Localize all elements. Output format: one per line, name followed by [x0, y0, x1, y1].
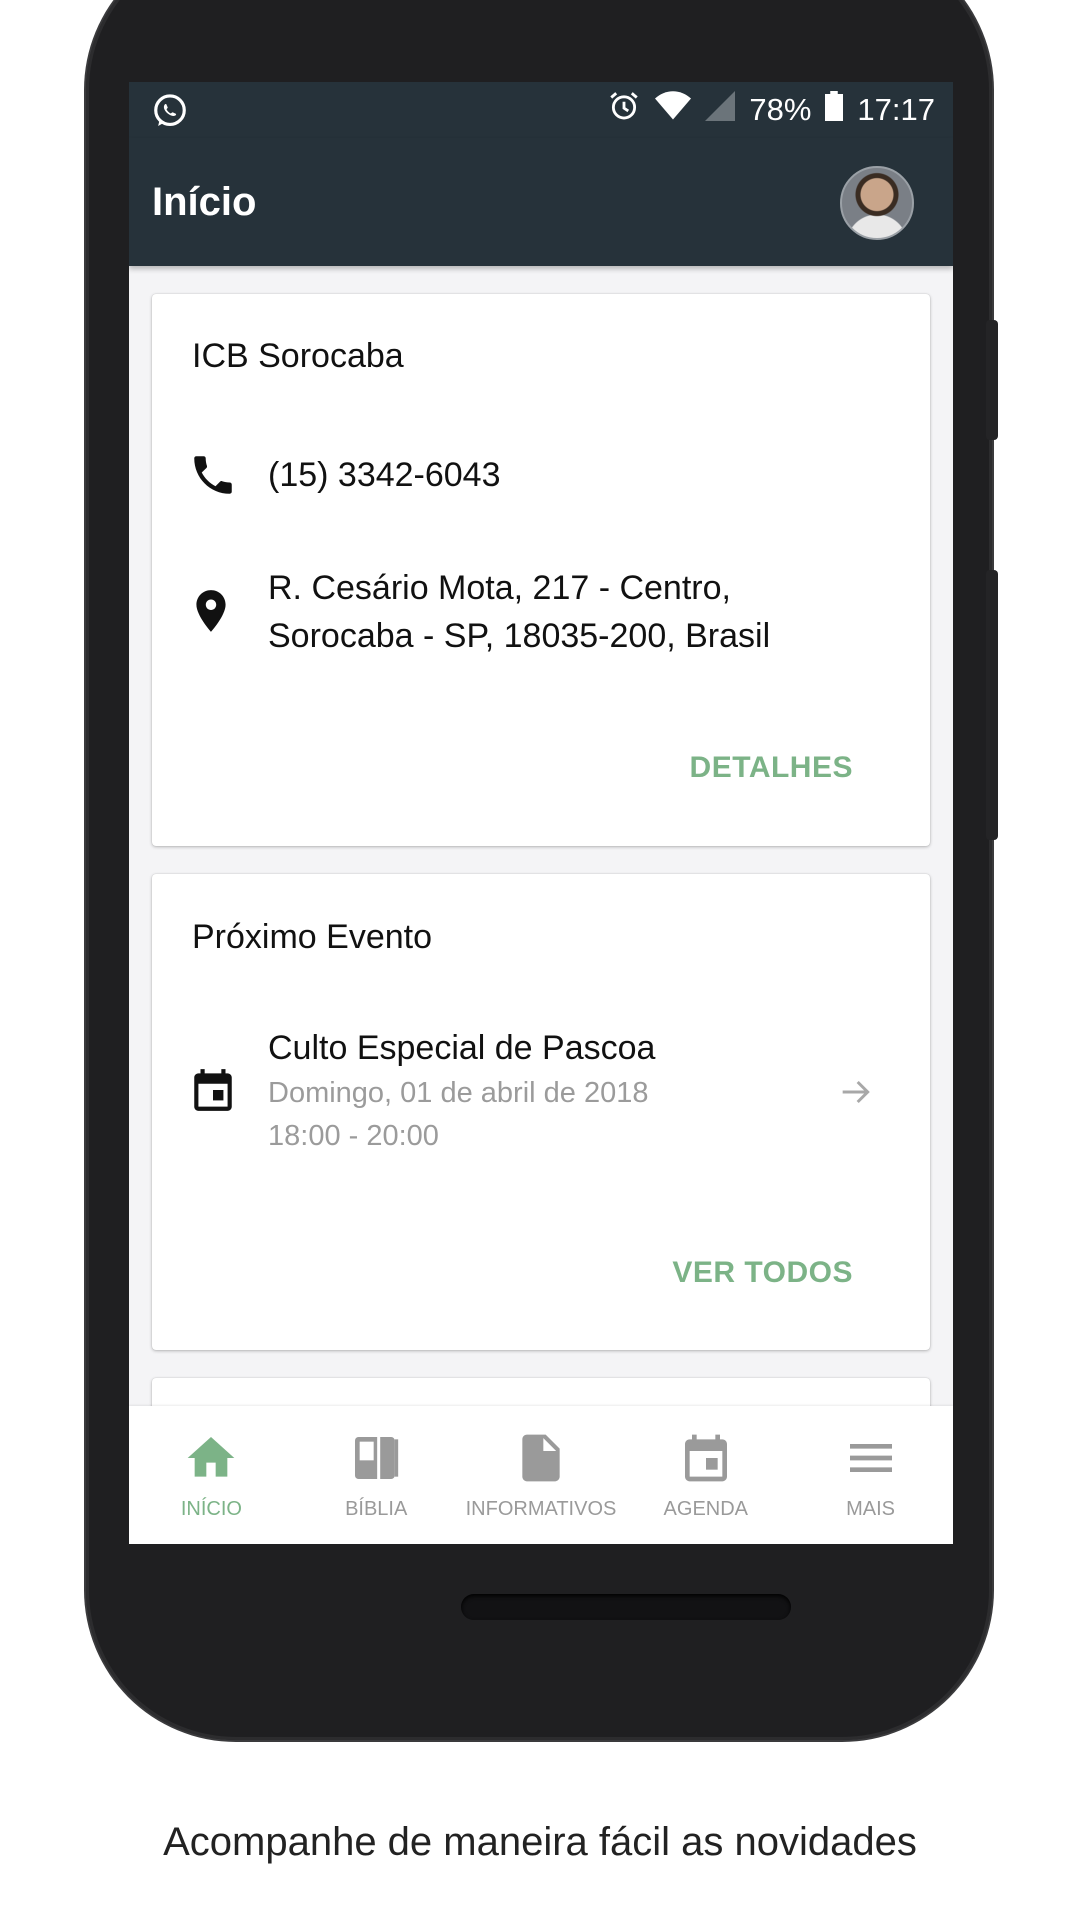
nav-label: MAIS: [846, 1498, 896, 1520]
event-date: Domingo, 01 de abril de 2018: [268, 1077, 649, 1109]
avatar[interactable]: [840, 166, 914, 240]
book-icon: [348, 1430, 404, 1492]
signal-icon: [705, 91, 736, 129]
promo-caption: Acompanhe de maneira fácil as novidades: [163, 1820, 917, 1864]
nav-item-inicio[interactable]: INÍCIO: [129, 1406, 294, 1544]
alarm-icon: [607, 89, 641, 131]
nav-label: INÍCIO: [180, 1498, 242, 1520]
volume-button: [986, 570, 998, 840]
church-address[interactable]: R. Cesário Mota, 217 - Centro, Sorocaba …: [268, 564, 770, 660]
next-event-card: Próximo Evento Culto Especial de Pascoa …: [152, 874, 930, 1350]
event-item[interactable]: Culto Especial de Pascoa Domingo, 01 de …: [152, 1024, 930, 1174]
app-bar: Início: [129, 138, 953, 266]
nav-item-agenda[interactable]: AGENDA: [623, 1406, 788, 1544]
wifi-icon: [655, 91, 692, 129]
church-info-card: ICB Sorocaba (15) 3342-6043 R. Cesário M…: [152, 294, 930, 846]
nav-item-mais[interactable]: MAIS: [788, 1406, 953, 1544]
menu-icon: [843, 1430, 899, 1492]
battery-icon: [825, 91, 844, 129]
nav-label: AGENDA: [663, 1498, 749, 1520]
see-all-button[interactable]: VER TODOS: [672, 1256, 853, 1290]
event-time: 18:00 - 20:00: [268, 1120, 439, 1152]
location-pin-icon: [186, 584, 236, 643]
calendar-icon: [188, 1064, 238, 1121]
bottom-navigation: INÍCIO BÍBLIA INFORMATIVOS AGENDA MAIS: [129, 1406, 953, 1544]
details-button[interactable]: DETALHES: [690, 751, 853, 785]
document-icon: [513, 1430, 569, 1492]
arrow-right-icon: [836, 1072, 876, 1117]
church-name: ICB Sorocaba: [192, 337, 404, 375]
church-phone[interactable]: (15) 3342-6043: [268, 451, 501, 499]
address-line-1: R. Cesário Mota, 217 - Centro,: [268, 569, 731, 607]
calendar-icon: [678, 1430, 734, 1492]
home-icon: [183, 1430, 239, 1492]
phone-icon: [188, 450, 238, 505]
nav-label: BÍBLIA: [345, 1498, 408, 1520]
nav-label: INFORMATIVOS: [465, 1498, 617, 1520]
address-line-2: Sorocaba - SP, 18035-200, Brasil: [268, 617, 771, 655]
status-bar: 78% 17:17: [129, 82, 953, 138]
phone-screen: 78% 17:17 Início ICB Sorocaba (15) 3342-…: [129, 82, 953, 1544]
nav-item-informativos[interactable]: INFORMATIVOS: [459, 1406, 624, 1544]
whatsapp-icon: [151, 92, 189, 135]
next-event-title: Próximo Evento: [192, 918, 432, 956]
phone-speaker: [461, 1594, 791, 1620]
clock-time: 17:17: [857, 92, 935, 127]
power-button: [986, 320, 998, 440]
battery-percentage: 78%: [749, 92, 812, 127]
nav-item-biblia[interactable]: BÍBLIA: [294, 1406, 459, 1544]
event-name: Culto Especial de Pascoa: [268, 1029, 656, 1067]
page-title: Início: [152, 180, 257, 224]
